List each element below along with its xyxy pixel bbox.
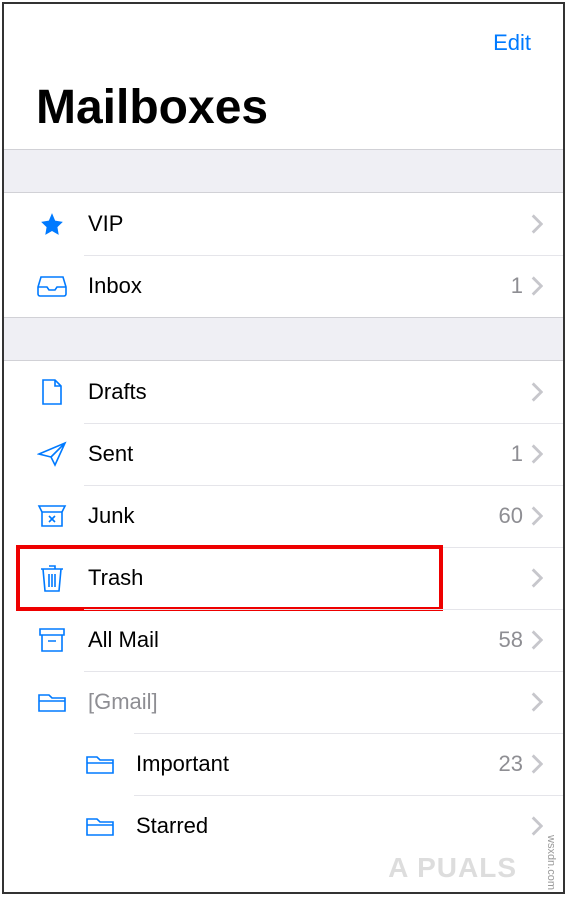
mailbox-row-starred[interactable]: Starred [4,795,563,857]
edit-button[interactable]: Edit [28,22,539,56]
side-watermark: wsxdn.com [545,835,557,890]
folder-icon [84,810,116,842]
mailbox-row-vip[interactable]: VIP [4,193,563,255]
mailbox-count: 60 [499,503,523,529]
archive-icon [36,624,68,656]
mailbox-label: Important [136,751,499,777]
drafts-icon [36,376,68,408]
chevron-right-icon [531,444,543,464]
mailbox-label: All Mail [88,627,499,653]
chevron-right-icon [531,816,543,836]
mailbox-label: Sent [88,441,511,467]
mailbox-count: 1 [511,441,523,467]
mailbox-list-account: Drafts Sent 1 Junk 60 [4,361,563,857]
chevron-right-icon [531,382,543,402]
chevron-right-icon [531,568,543,588]
mailbox-label: Drafts [88,379,523,405]
mailbox-list-favorites: VIP Inbox 1 [4,193,563,317]
mailbox-row-inbox[interactable]: Inbox 1 [4,255,563,317]
section-separator [4,317,563,361]
inbox-icon [36,270,68,302]
mailbox-count: 23 [499,751,523,777]
mailbox-label: VIP [88,211,523,237]
chevron-right-icon [531,692,543,712]
chevron-right-icon [531,214,543,234]
trash-icon [36,562,68,594]
sent-icon [36,438,68,470]
page-title: Mailboxes [28,56,539,149]
mailbox-row-trash[interactable]: Trash [4,547,563,609]
header: Edit Mailboxes [4,4,563,149]
mailbox-count: 1 [511,273,523,299]
folder-icon [36,686,68,718]
mailbox-label: Trash [88,565,523,591]
mailbox-label: Junk [88,503,499,529]
mailbox-row-gmail[interactable]: [Gmail] [4,671,563,733]
mailbox-label: [Gmail] [88,689,523,715]
mailbox-row-allmail[interactable]: All Mail 58 [4,609,563,671]
folder-icon [84,748,116,780]
mailbox-row-important[interactable]: Important 23 [4,733,563,795]
star-icon [36,208,68,240]
section-separator [4,149,563,193]
junk-icon [36,500,68,532]
mailbox-row-sent[interactable]: Sent 1 [4,423,563,485]
chevron-right-icon [531,754,543,774]
mailbox-label: Starred [136,813,523,839]
mailbox-label: Inbox [88,273,511,299]
mailbox-row-junk[interactable]: Junk 60 [4,485,563,547]
chevron-right-icon [531,276,543,296]
chevron-right-icon [531,506,543,526]
mailbox-row-drafts[interactable]: Drafts [4,361,563,423]
mailbox-count: 58 [499,627,523,653]
chevron-right-icon [531,630,543,650]
